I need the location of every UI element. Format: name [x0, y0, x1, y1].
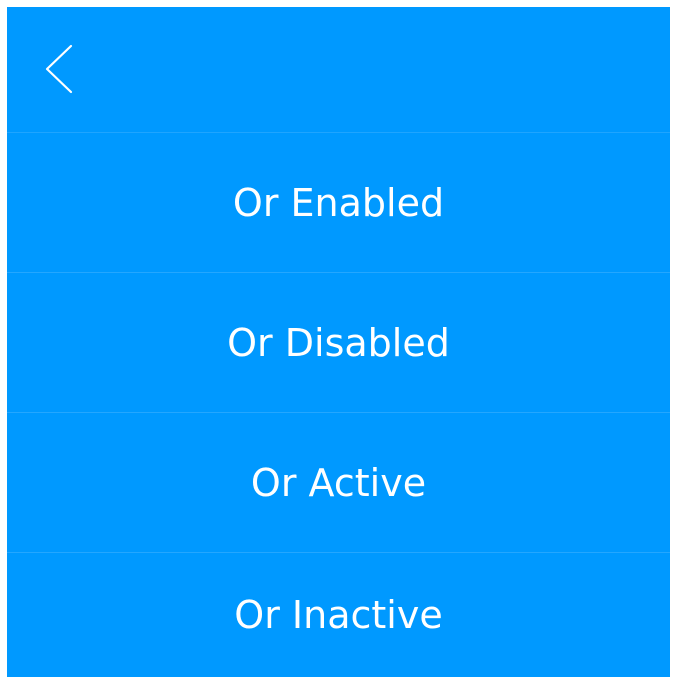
menu-item-or-active[interactable]: Or Active	[7, 413, 670, 553]
option-menu: Or Enabled Or Disabled Or Active Or Inac…	[7, 133, 670, 677]
menu-item-label: Or Inactive	[234, 593, 443, 637]
menu-item-label: Or Active	[250, 460, 427, 505]
menu-item-or-disabled[interactable]: Or Disabled	[7, 273, 670, 413]
menu-panel: Or Enabled Or Disabled Or Active Or Inac…	[7, 7, 670, 677]
chevron-left-icon	[45, 44, 73, 94]
menu-item-label: Or Enabled	[232, 180, 445, 225]
back-button[interactable]	[31, 33, 87, 105]
menu-item-or-inactive[interactable]: Or Inactive	[7, 553, 670, 677]
header-bar	[7, 7, 670, 133]
menu-item-label: Or Disabled	[227, 320, 450, 365]
menu-item-or-enabled[interactable]: Or Enabled	[7, 133, 670, 273]
